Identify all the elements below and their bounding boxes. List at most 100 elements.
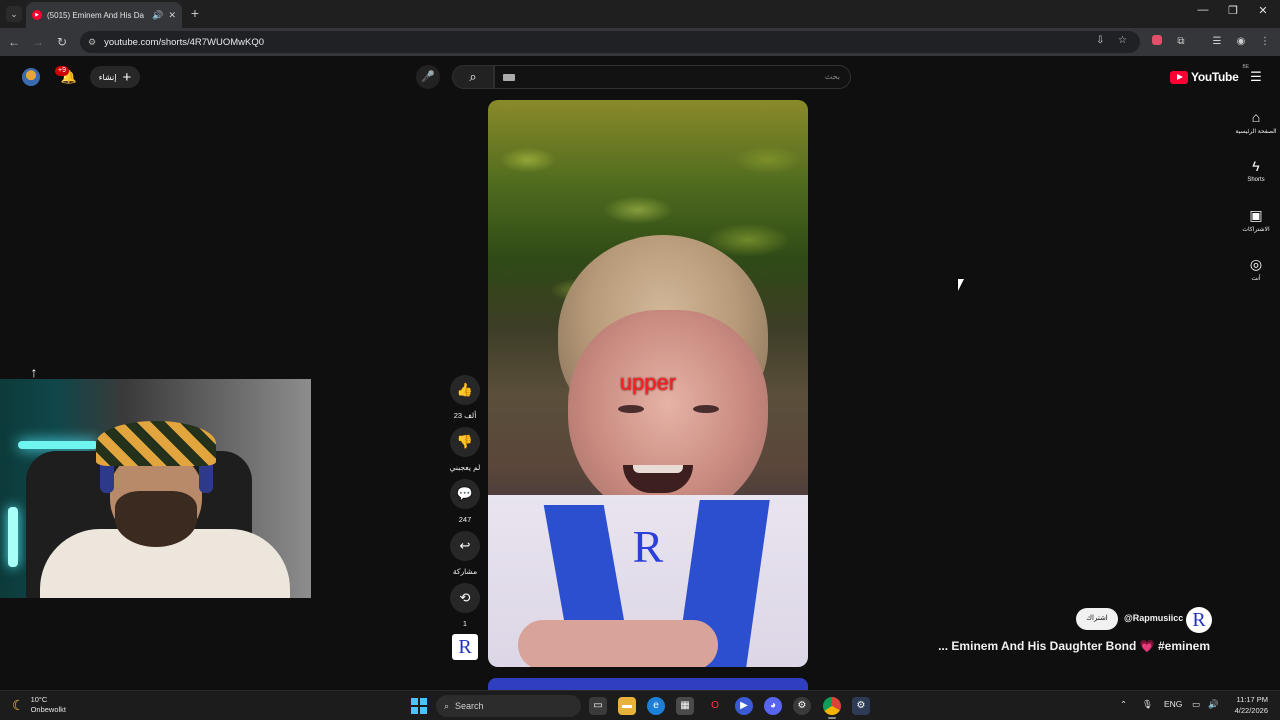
- stream-app-icon[interactable]: ▶: [735, 697, 753, 715]
- you-icon: ◎: [1249, 256, 1263, 272]
- subscriptions-icon: ▣: [1249, 207, 1263, 223]
- search-input[interactable]: بحث: [494, 65, 851, 89]
- windows-start-icon[interactable]: [411, 698, 427, 714]
- tab-audio-icon[interactable]: 🔊: [152, 10, 163, 21]
- media-control-icon[interactable]: ☰: [1210, 35, 1224, 49]
- site-info-icon[interactable]: ⚙: [88, 37, 96, 48]
- channel-avatar[interactable]: R: [1186, 607, 1212, 633]
- channel-handle[interactable]: @Rapmusiicc: [1124, 613, 1183, 623]
- webcam-person-cap: [96, 421, 216, 466]
- short-video-player[interactable]: upper R: [488, 100, 808, 667]
- minimize-button[interactable]: —: [1193, 4, 1213, 16]
- browser-toolbar: ← → ↻ ⚙ youtube.com/shorts/4R7WUOMwKQ0 ⇩…: [0, 28, 1280, 56]
- search-button[interactable]: ⌕: [452, 65, 494, 89]
- taskbar-search-label: Search: [455, 701, 484, 711]
- dislike-action[interactable]: 👎 لم يعجبني: [449, 427, 481, 472]
- profile-icon[interactable]: ◉: [1234, 35, 1248, 49]
- guide-label-home: الصفحة الرئيسية: [1235, 129, 1277, 135]
- dislike-label: لم يعجبني: [449, 463, 481, 472]
- tray-overflow-icon[interactable]: ⌃: [1120, 699, 1127, 710]
- close-window-button[interactable]: ✕: [1253, 4, 1273, 17]
- comments-action[interactable]: 💬 247: [449, 479, 481, 524]
- extensions-puzzle-icon[interactable]: ⧉: [1174, 35, 1188, 49]
- input-language[interactable]: ENG: [1164, 699, 1182, 709]
- back-button[interactable]: ←: [6, 34, 22, 50]
- guide-item-you[interactable]: ◎ أنت: [1232, 255, 1280, 282]
- dislike-thumb-down-icon[interactable]: 👎: [450, 427, 480, 457]
- comment-count: 247: [458, 515, 472, 524]
- like-thumb-up-icon[interactable]: 👍: [450, 375, 480, 405]
- guide-label-shorts: Shorts: [1247, 177, 1265, 183]
- voice-search-mic-icon[interactable]: 🎤: [416, 65, 440, 89]
- next-short-preview[interactable]: [488, 678, 808, 690]
- create-button[interactable]: إنشاء +: [90, 66, 140, 88]
- like-count: 23 ألف: [453, 411, 477, 420]
- webcam-overlay: [0, 379, 311, 598]
- comment-icon[interactable]: 💬: [450, 479, 480, 509]
- weather-temperature: 10°C: [30, 695, 48, 704]
- sound-channel-thumbnail[interactable]: R: [452, 634, 478, 660]
- remix-count: 1: [462, 619, 468, 628]
- remix-icon[interactable]: ⟲: [450, 583, 480, 613]
- share-icon[interactable]: ↩: [450, 531, 480, 561]
- bookmark-star-icon[interactable]: ☆: [1118, 35, 1127, 46]
- weather-widget[interactable]: ☾ 10°C Onbewolkt: [12, 695, 66, 715]
- home-icon: ⌂: [1251, 109, 1261, 125]
- guide-label-you: أنت: [1251, 276, 1261, 282]
- discord-icon[interactable]: ◕: [764, 697, 782, 715]
- title-hashtag[interactable]: #eminem: [1158, 639, 1210, 653]
- windows-taskbar: ☾ 10°C Onbewolkt ⌕ Search ▭ ▬ e ▦ O ▶ ◕ …: [0, 690, 1280, 720]
- new-tab-button[interactable]: +: [188, 5, 202, 21]
- extension-record-icon[interactable]: [1150, 35, 1164, 49]
- short-title-text: ... Eminem And His Daughter Bond: [938, 639, 1137, 653]
- search-placeholder: بحث: [824, 72, 840, 81]
- video-child-eye: [693, 405, 719, 413]
- browser-tab-active[interactable]: ▶ (5015) Eminem And His Da 🔊 ✕: [26, 2, 182, 28]
- browser-tab-strip: ⌄ ▶ (5015) Eminem And His Da 🔊 ✕ + — ❐ ✕: [0, 0, 1280, 28]
- network-icon[interactable]: ▭: [1192, 699, 1200, 710]
- guide-menu-icon[interactable]: ☰: [1249, 70, 1263, 83]
- task-view-icon[interactable]: ▭: [589, 697, 607, 715]
- moon-weather-icon: ☾: [12, 696, 25, 713]
- restore-button[interactable]: ❐: [1223, 4, 1243, 17]
- edge-browser-icon[interactable]: e: [647, 697, 665, 715]
- like-action[interactable]: 👍 23 ألف: [449, 375, 481, 420]
- tab-search-icon[interactable]: ⌄: [6, 6, 22, 22]
- share-action[interactable]: ↩ مشاركة: [449, 531, 481, 576]
- browser-menu-icon[interactable]: ⋮: [1258, 35, 1272, 49]
- steam-icon[interactable]: ⚙: [793, 697, 811, 715]
- taskbar-clock[interactable]: 11:17 PM 4/22/2026: [1226, 694, 1268, 716]
- clock-time: 11:17 PM: [1236, 695, 1268, 704]
- chrome-icon[interactable]: [823, 697, 841, 715]
- microphone-tray-icon[interactable]: 🎙: [1142, 699, 1153, 710]
- file-explorer-icon[interactable]: ▬: [618, 697, 636, 715]
- youtube-logo[interactable]: YouTube BE: [1170, 64, 1249, 84]
- active-app-indicator: [828, 717, 836, 719]
- video-child-arm: [518, 620, 718, 667]
- guide-item-home[interactable]: ⌂ الصفحة الرئيسية: [1232, 108, 1280, 135]
- keyboard-icon[interactable]: [503, 74, 515, 81]
- youtube-wordmark: YouTube: [1191, 70, 1239, 84]
- guide-item-shorts[interactable]: ϟ Shorts: [1232, 157, 1280, 183]
- youtube-favicon-icon: ▶: [32, 10, 42, 20]
- share-label: مشاركة: [452, 567, 478, 576]
- title-heart-emoji: 💗: [1139, 639, 1155, 653]
- forward-button[interactable]: →: [30, 34, 46, 50]
- remix-action[interactable]: ⟲ 1: [449, 583, 481, 628]
- reload-button[interactable]: ↻: [54, 34, 70, 50]
- tab-close-icon[interactable]: ✕: [168, 10, 176, 21]
- volume-icon[interactable]: 🔊: [1208, 699, 1219, 710]
- create-label: إنشاء: [98, 72, 117, 82]
- microsoft-store-icon[interactable]: ▦: [676, 697, 694, 715]
- short-title[interactable]: ... Eminem And His Daughter Bond 💗 #emin…: [938, 639, 1210, 653]
- account-avatar[interactable]: [22, 68, 40, 86]
- taskbar-search[interactable]: ⌕ Search: [436, 695, 581, 717]
- guide-item-subscriptions[interactable]: ▣ الاشتراكات: [1232, 206, 1280, 233]
- install-app-icon[interactable]: ⇩: [1096, 35, 1104, 46]
- opera-gx-icon[interactable]: O: [706, 697, 724, 715]
- tab-title: (5015) Eminem And His Da: [47, 10, 144, 20]
- address-bar[interactable]: ⚙ youtube.com/shorts/4R7WUOMwKQ0 ⇩ ☆: [80, 31, 1140, 53]
- settings-icon[interactable]: ⚙: [852, 697, 870, 715]
- youtube-masthead: 🔔 +9 إنشاء + 🎤 ⌕ بحث YouTube BE ☰: [0, 56, 1280, 98]
- subscribe-button[interactable]: اشتراك: [1076, 608, 1118, 630]
